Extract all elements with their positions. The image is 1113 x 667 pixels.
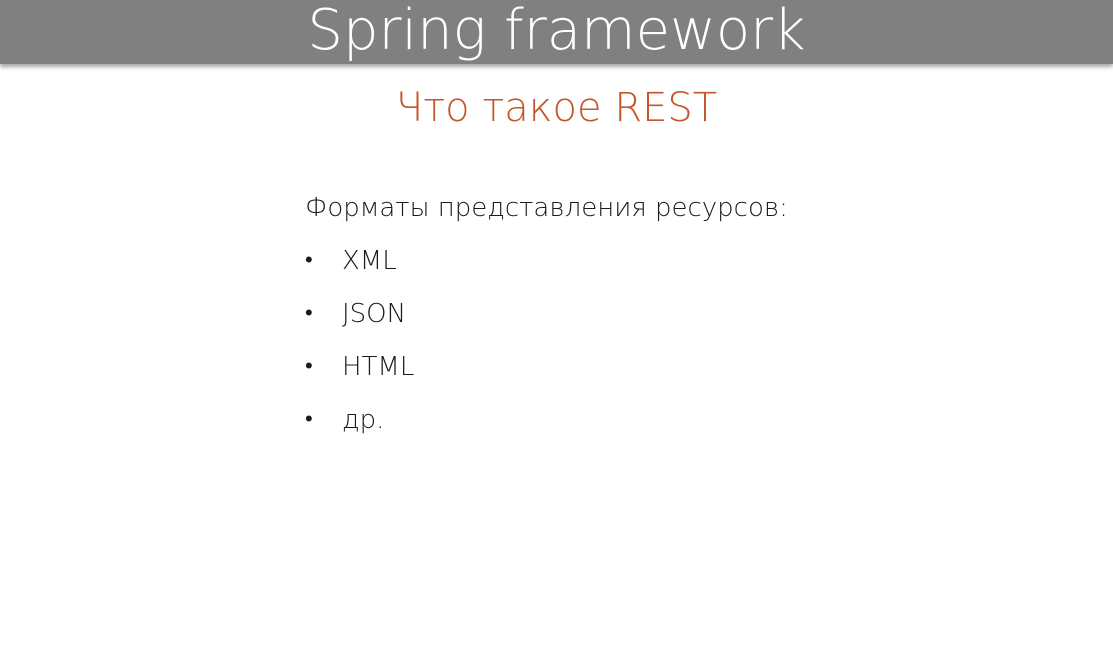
bullet-icon: • <box>305 248 313 273</box>
list-item-label: JSON <box>342 299 407 329</box>
slide-content: Форматы представления ресурсов: • XML • … <box>305 190 788 455</box>
list-item-label: др. <box>342 405 385 435</box>
bullet-list: • XML • JSON • HTML • др. <box>305 243 788 438</box>
bullet-icon: • <box>305 354 313 379</box>
title-bar: Spring framework <box>0 0 1113 64</box>
list-item-other: • др. <box>305 402 788 438</box>
list-item-label: HTML <box>342 352 415 382</box>
list-item-label: XML <box>342 246 397 276</box>
slide-subtitle: Что такое REST <box>395 85 718 131</box>
list-item-html: • HTML <box>305 349 788 385</box>
content-lead: Форматы представления ресурсов: <box>305 193 788 223</box>
slide-title: Spring framework <box>307 0 806 63</box>
bullet-icon: • <box>305 301 313 326</box>
list-item-json: • JSON <box>305 296 788 332</box>
bullet-icon: • <box>305 407 313 432</box>
list-item-xml: • XML <box>305 243 788 279</box>
